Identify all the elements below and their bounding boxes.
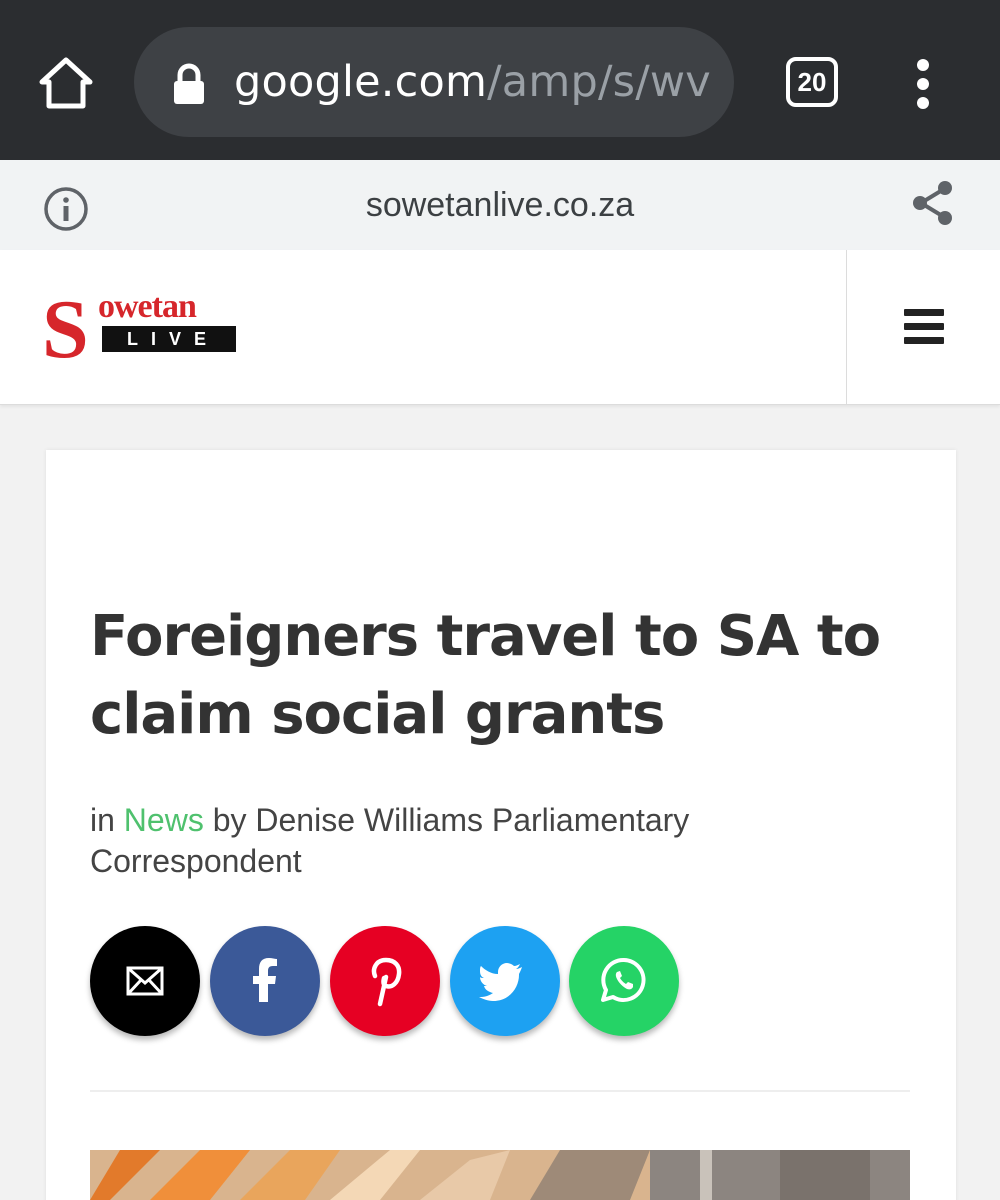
address-bar[interactable]: google.com/amp/s/wv (134, 27, 734, 137)
share-whatsapp-button[interactable] (569, 926, 679, 1036)
header-divider (846, 250, 847, 405)
url-path: /amp/s/wv (487, 57, 711, 107)
amp-domain-label: sowetanlive.co.za (365, 186, 635, 224)
logo-word: owetan (98, 288, 197, 325)
whatsapp-icon (601, 957, 646, 1002)
share-email-button[interactable] (90, 926, 200, 1036)
byline-prefix: in (90, 802, 124, 838)
share-facebook-button[interactable] (210, 926, 320, 1036)
envelope-icon (126, 966, 164, 996)
share-icon[interactable] (910, 180, 956, 226)
article-hero-image (90, 1150, 910, 1200)
url-text: google.com/amp/s/wv (234, 27, 711, 137)
logo-live-badge: LIVE (102, 326, 236, 352)
article-headline: Foreigners travel to SA to claim social … (90, 604, 881, 747)
sowetan-live-logo[interactable]: S owetan LIVE (42, 283, 242, 376)
hamburger-menu-icon[interactable] (904, 309, 944, 344)
more-vert-icon[interactable] (908, 58, 938, 110)
home-icon[interactable] (36, 54, 96, 112)
share-twitter-button[interactable] (450, 926, 560, 1036)
lock-icon (172, 63, 206, 105)
category-link[interactable]: News (124, 802, 204, 838)
pinterest-icon (371, 957, 402, 1007)
article-byline: in News by Denise Williams Parliamentary… (90, 800, 810, 882)
tab-switcher-button[interactable]: 20 (786, 57, 838, 107)
share-pinterest-button[interactable] (330, 926, 440, 1036)
section-divider (90, 1090, 910, 1092)
facebook-icon (253, 958, 277, 1002)
url-host: google.com (234, 57, 488, 107)
info-icon[interactable] (42, 185, 90, 233)
logo-initial: S (42, 283, 89, 376)
twitter-icon (479, 963, 522, 1001)
